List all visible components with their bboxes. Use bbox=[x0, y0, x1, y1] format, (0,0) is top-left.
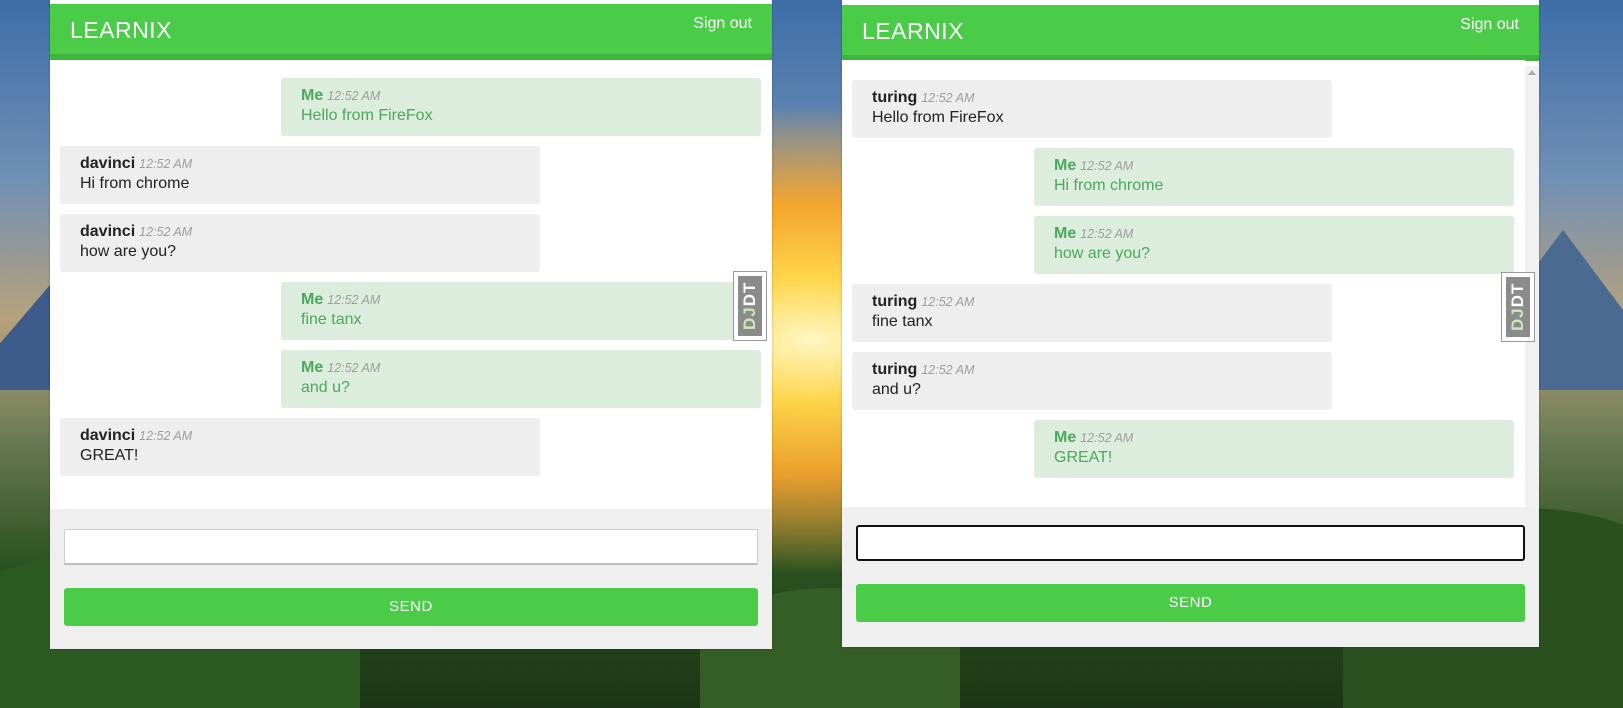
message-item: davinci 12:52 AM how are you? bbox=[60, 214, 540, 272]
message-time: 12:52 AM bbox=[139, 225, 193, 239]
message-text: GREAT! bbox=[1054, 449, 1113, 466]
message-sender: turing bbox=[872, 89, 918, 106]
message-item: Me 12:52 AM and u? bbox=[281, 350, 761, 408]
message-list[interactable]: turing 12:52 AM Hello from FireFox Me 12:5… bbox=[842, 60, 1525, 507]
message-time: 12:52 AM bbox=[921, 363, 975, 377]
message-text: how are you? bbox=[80, 243, 177, 260]
message-text: and u? bbox=[301, 379, 350, 396]
djdt-icon: DJDT bbox=[1506, 277, 1530, 337]
message-sender: davinci bbox=[80, 223, 136, 240]
chat-window-left: LEARNIX Sign out Me 12:52 AM Hello from F… bbox=[50, 0, 772, 649]
message-item: davinci 12:52 AM Hi from chrome bbox=[60, 146, 540, 204]
message-sender: Me bbox=[1054, 225, 1077, 242]
brand-logo: LEARNIX bbox=[862, 18, 964, 44]
django-debug-toolbar-handle[interactable]: DJDT bbox=[733, 271, 767, 341]
brand-logo: LEARNIX bbox=[70, 17, 172, 43]
message-sender: turing bbox=[872, 361, 918, 378]
message-text: fine tanx bbox=[301, 311, 362, 328]
message-text: fine tanx bbox=[872, 313, 933, 330]
django-debug-toolbar-handle[interactable]: DJDT bbox=[1501, 272, 1535, 342]
message-list[interactable]: Me 12:52 AM Hello from FireFox davinci 12:… bbox=[50, 60, 772, 509]
scroll-up-arrow-icon[interactable] bbox=[1528, 70, 1536, 75]
send-button[interactable]: SEND bbox=[856, 584, 1525, 622]
message-time: 12:52 AM bbox=[327, 361, 381, 375]
message-time: 12:52 AM bbox=[921, 91, 975, 105]
message-sender: davinci bbox=[80, 155, 136, 172]
message-text: GREAT! bbox=[80, 447, 139, 464]
message-time: 12:52 AM bbox=[1080, 227, 1134, 241]
message-time: 12:52 AM bbox=[139, 157, 193, 171]
message-input[interactable] bbox=[856, 525, 1525, 561]
header-bar: LEARNIX Sign out bbox=[50, 4, 772, 60]
message-composer: SEND bbox=[842, 507, 1539, 647]
message-item: davinci 12:52 AM GREAT! bbox=[60, 418, 540, 476]
message-time: 12:52 AM bbox=[327, 293, 381, 307]
message-text: Hello from FireFox bbox=[301, 107, 433, 124]
message-item: Me 12:52 AM GREAT! bbox=[1034, 420, 1514, 478]
header-bar: LEARNIX Sign out bbox=[842, 5, 1539, 61]
message-item: Me 12:52 AM how are you? bbox=[1034, 216, 1514, 274]
message-text: Hello from FireFox bbox=[872, 109, 1004, 126]
sign-out-link[interactable]: Sign out bbox=[1460, 16, 1519, 34]
message-sender: turing bbox=[872, 293, 918, 310]
message-sender: Me bbox=[301, 291, 324, 308]
message-sender: Me bbox=[1054, 429, 1077, 446]
message-time: 12:52 AM bbox=[327, 89, 381, 103]
message-item: Me 12:52 AM fine tanx bbox=[281, 282, 761, 340]
djdt-label-dj: DJ bbox=[1508, 307, 1527, 332]
message-input[interactable] bbox=[64, 529, 758, 565]
message-item: Me 12:52 AM Hello from FireFox bbox=[281, 78, 761, 136]
djdt-label-dt: DT bbox=[740, 281, 759, 307]
message-sender: Me bbox=[1054, 157, 1077, 174]
message-item: turing 12:52 AM Hello from FireFox bbox=[852, 80, 1332, 138]
message-sender: Me bbox=[301, 87, 324, 104]
message-sender: Me bbox=[301, 359, 324, 376]
message-item: turing 12:52 AM fine tanx bbox=[852, 284, 1332, 342]
message-time: 12:52 AM bbox=[921, 295, 975, 309]
message-sender: davinci bbox=[80, 427, 136, 444]
message-time: 12:52 AM bbox=[1080, 159, 1134, 173]
send-button[interactable]: SEND bbox=[64, 588, 758, 626]
message-item: Me 12:52 AM Hi from chrome bbox=[1034, 148, 1514, 206]
message-text: how are you? bbox=[1054, 245, 1151, 262]
djdt-icon: DJDT bbox=[738, 276, 762, 336]
sign-out-link[interactable]: Sign out bbox=[693, 15, 752, 33]
message-text: Hi from chrome bbox=[1054, 177, 1164, 194]
message-text: and u? bbox=[872, 381, 921, 398]
message-time: 12:52 AM bbox=[139, 429, 193, 443]
chat-window-right: LEARNIX Sign out turing 12:52 AM Hello fr… bbox=[842, 0, 1539, 647]
message-text: Hi from chrome bbox=[80, 175, 190, 192]
djdt-label-dj: DJ bbox=[740, 306, 759, 331]
djdt-label-dt: DT bbox=[1508, 282, 1527, 308]
message-item: turing 12:52 AM and u? bbox=[852, 352, 1332, 410]
message-composer: SEND bbox=[50, 509, 772, 649]
message-time: 12:52 AM bbox=[1080, 431, 1134, 445]
